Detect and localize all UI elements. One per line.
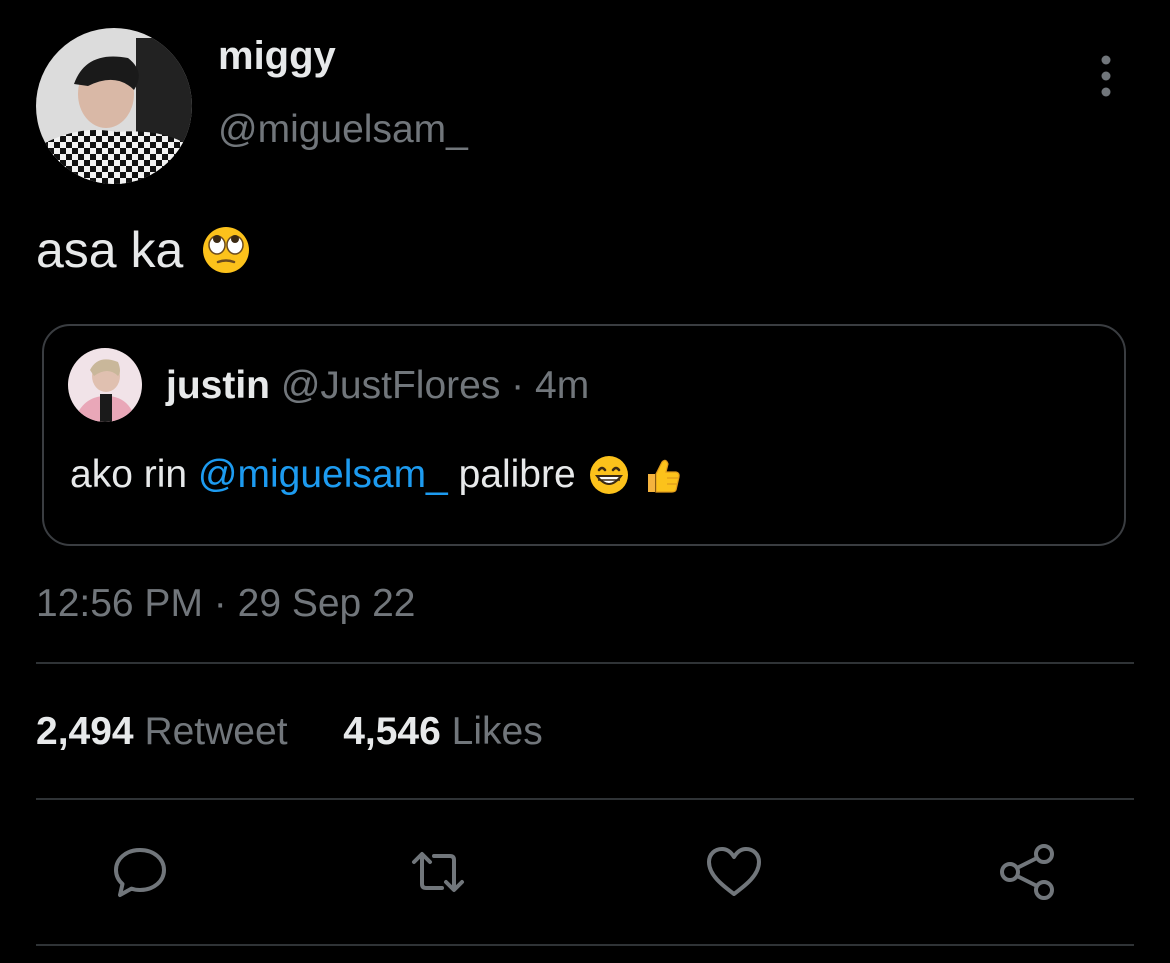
divider-top [36, 662, 1134, 664]
tweet-timestamp[interactable]: 12:56 PM · 29 Sep 22 [36, 584, 415, 623]
reply-button[interactable] [108, 840, 172, 904]
like-icon [707, 847, 761, 896]
reply-icon [114, 848, 166, 897]
quoted-mention-link[interactable]: @miguelsam_ [198, 452, 448, 498]
retweets-stat[interactable]: 2,494 Retweet [36, 710, 298, 753]
quoted-display-name[interactable]: justin [166, 364, 270, 407]
retweets-label: Retweet [144, 710, 288, 753]
face-with-rolling-eyes-emoji [203, 227, 250, 273]
tweet-text-content: asa ka [36, 222, 184, 278]
grinning-face-emoji [589, 456, 628, 494]
likes-count: 4,546 [343, 710, 441, 753]
author-display-name[interactable]: miggy [218, 36, 336, 76]
likes-stat[interactable]: 4,546 Likes [343, 710, 543, 753]
author-avatar[interactable] [36, 28, 192, 184]
more-options-icon[interactable] [1088, 52, 1124, 100]
like-button[interactable] [702, 840, 766, 904]
retweets-count: 2,494 [36, 710, 134, 753]
divider-actions [36, 944, 1134, 946]
quoted-text-after: palibre [458, 453, 576, 496]
tweet-text: asa ka [36, 222, 251, 278]
quoted-handle[interactable]: @JustFlores [281, 364, 500, 407]
quoted-tweet-card[interactable]: justin @JustFlores · 4m ako rin @miguels… [42, 324, 1126, 546]
timestamp-separator: · [213, 582, 227, 625]
share-icon [1000, 844, 1054, 900]
quoted-author-avatar[interactable] [68, 348, 142, 422]
quoted-time: 4m [535, 364, 590, 407]
retweet-icon [412, 852, 464, 892]
tweet-stats: 2,494 Retweet 4,546 Likes [36, 712, 543, 751]
timestamp-time: 12:56 PM [36, 582, 203, 625]
divider-bottom [36, 798, 1134, 800]
quoted-tweet-text: ako rin @miguelsam_ palibre [70, 452, 684, 498]
timestamp-date: 29 Sep 22 [237, 582, 416, 625]
quoted-text-before: ako rin [70, 453, 188, 496]
quoted-tweet-header: justin @JustFlores · 4m [166, 366, 589, 405]
likes-label: Likes [451, 710, 543, 753]
quoted-separator: · [511, 364, 525, 407]
retweet-button[interactable] [406, 840, 470, 904]
share-button[interactable] [996, 840, 1060, 904]
thumbs-up-emoji [647, 459, 680, 493]
author-handle[interactable]: @miguelsam_ [218, 110, 468, 149]
